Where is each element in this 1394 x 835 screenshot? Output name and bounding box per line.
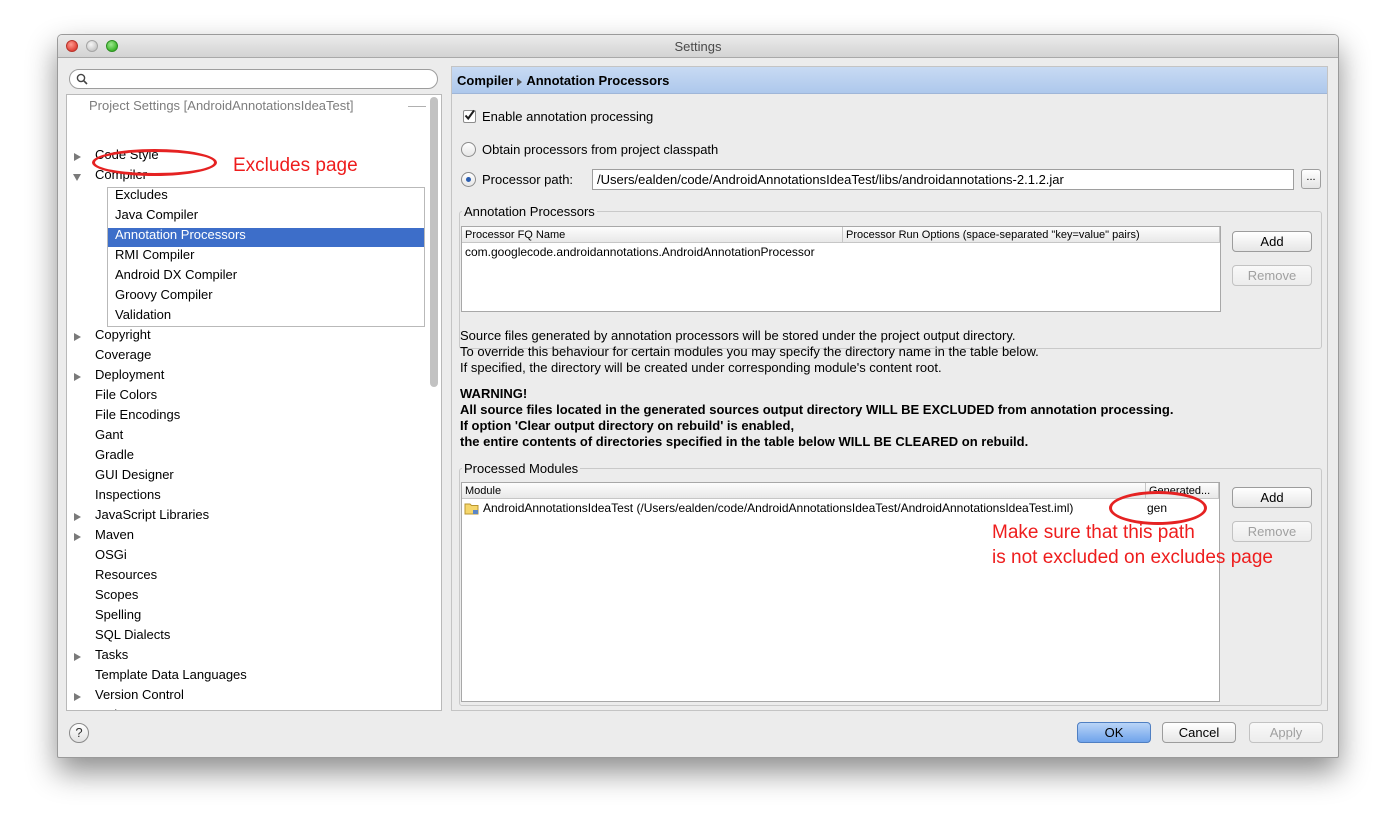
add-processor-button[interactable]: Add <box>1232 231 1312 252</box>
annotation-processors-title: Annotation Processors <box>462 204 597 219</box>
obtain-from-classpath-label: Obtain processors from project classpath <box>482 142 719 157</box>
sidebar-item-scopes[interactable]: Scopes <box>95 585 138 605</box>
excludes-highlight-ellipse <box>92 149 217 176</box>
apply-button[interactable]: Apply <box>1249 722 1323 743</box>
table-row[interactable]: com.googlecode.androidannotations.Androi… <box>465 245 815 259</box>
module-folder-icon <box>464 503 479 515</box>
annotation-processors-table[interactable]: Processor FQ Name Processor Run Options … <box>461 226 1221 312</box>
settings-window: Settings Project Settings [AndroidAnnota… <box>57 34 1339 758</box>
column-header-module[interactable]: Module <box>462 483 1146 499</box>
gen-highlight-ellipse <box>1109 491 1207 525</box>
sidebar-item-file-encodings[interactable]: File Encodings <box>95 405 180 425</box>
info-line-2: To override this behaviour for certain m… <box>460 344 1039 359</box>
tree-header: Project Settings [AndroidAnnotationsIdea… <box>89 98 354 113</box>
checkmark-icon <box>464 109 475 121</box>
remove-processor-button[interactable]: Remove <box>1232 265 1312 286</box>
breadcrumb-separator-icon <box>517 77 523 86</box>
collapsed-arrow-icon[interactable] <box>74 332 81 341</box>
breadcrumb-annotation-processors: Annotation Processors <box>526 73 670 88</box>
sidebar-item-resources[interactable]: Resources <box>95 565 157 585</box>
sidebar-item-web-contexts[interactable]: Web Contexts <box>95 705 176 710</box>
sidebar-item-copyright[interactable]: Copyright <box>95 325 151 345</box>
sidebar-item-javascript-libraries[interactable]: JavaScript Libraries <box>95 505 209 525</box>
tree-header-divider <box>408 106 426 107</box>
browse-path-button[interactable]: ... <box>1301 169 1321 189</box>
processor-path-label: Processor path: <box>482 172 574 187</box>
sidebar-item-annotation-processors[interactable]: Annotation Processors <box>115 225 246 245</box>
collapsed-arrow-icon[interactable] <box>74 692 81 701</box>
processor-path-radio[interactable] <box>461 172 476 187</box>
module-name-cell[interactable]: AndroidAnnotationsIdeaTest (/Users/ealde… <box>483 501 1073 515</box>
sidebar-item-coverage[interactable]: Coverage <box>95 345 151 365</box>
info-line-1: Source files generated by annotation pro… <box>460 328 1016 343</box>
sidebar-item-version-control[interactable]: Version Control <box>95 685 184 705</box>
sidebar-item-maven[interactable]: Maven <box>95 525 134 545</box>
settings-tree: Project Settings [AndroidAnnotationsIdea… <box>66 94 442 711</box>
sidebar-item-tasks[interactable]: Tasks <box>95 645 128 665</box>
enable-annotation-processing-label: Enable annotation processing <box>482 109 654 124</box>
column-header-run-options[interactable]: Processor Run Options (space-separated "… <box>843 227 1220 243</box>
path-annotation-line-1: Make sure that this path <box>992 522 1195 543</box>
warning-line-1: All source files located in the generate… <box>460 402 1174 417</box>
sidebar-item-spelling[interactable]: Spelling <box>95 605 141 625</box>
sidebar-item-rmi-compiler[interactable]: RMI Compiler <box>115 245 194 265</box>
cancel-button[interactable]: Cancel <box>1162 722 1236 743</box>
path-annotation-line-2: is not excluded on excludes page <box>992 547 1273 568</box>
sidebar-item-groovy-compiler[interactable]: Groovy Compiler <box>115 285 213 305</box>
search-input[interactable] <box>69 69 438 89</box>
settings-content-panel: Compiler Annotation Processors Enable ann… <box>451 66 1328 711</box>
radio-selected-dot <box>466 177 471 182</box>
column-header-fq-name[interactable]: Processor FQ Name <box>462 227 843 243</box>
sidebar-item-gant[interactable]: Gant <box>95 425 123 445</box>
info-line-3: If specified, the directory will be crea… <box>460 360 942 375</box>
tree-scrollbar[interactable] <box>430 97 438 387</box>
obtain-from-classpath-radio[interactable] <box>461 142 476 157</box>
breadcrumb-compiler[interactable]: Compiler <box>457 73 513 88</box>
ok-button[interactable]: OK <box>1077 722 1151 743</box>
enable-annotation-processing-checkbox[interactable] <box>463 109 476 123</box>
collapsed-arrow-icon[interactable] <box>74 372 81 381</box>
sidebar-item-android-dx-compiler[interactable]: Android DX Compiler <box>115 265 237 285</box>
sidebar-item-gui-designer[interactable]: GUI Designer <box>95 465 174 485</box>
warning-line-3: the entire contents of directories speci… <box>460 434 1029 449</box>
add-module-button[interactable]: Add <box>1232 487 1312 508</box>
collapsed-arrow-icon[interactable] <box>74 532 81 541</box>
collapsed-arrow-icon[interactable] <box>74 652 81 661</box>
breadcrumb: Compiler Annotation Processors <box>452 67 1327 94</box>
sidebar-item-validation[interactable]: Validation <box>115 305 171 325</box>
help-button[interactable]: ? <box>69 723 89 743</box>
processed-modules-title: Processed Modules <box>462 461 581 476</box>
warning-title: WARNING! <box>460 386 528 401</box>
sidebar-item-excludes[interactable]: Excludes <box>115 185 168 205</box>
sidebar-item-sql-dialects[interactable]: SQL Dialects <box>95 625 170 645</box>
sidebar-item-file-colors[interactable]: File Colors <box>95 385 157 405</box>
sidebar-item-inspections[interactable]: Inspections <box>95 485 161 505</box>
sidebar-item-java-compiler[interactable]: Java Compiler <box>115 205 198 225</box>
expanded-arrow-icon[interactable] <box>73 174 81 181</box>
remove-module-button[interactable]: Remove <box>1232 521 1312 542</box>
sidebar-item-deployment[interactable]: Deployment <box>95 365 164 385</box>
title-bar: Settings <box>58 35 1338 58</box>
processor-path-field[interactable]: /Users/ealden/code/AndroidAnnotationsIde… <box>592 169 1294 190</box>
collapsed-arrow-icon[interactable] <box>74 152 81 161</box>
collapsed-arrow-icon[interactable] <box>74 512 81 521</box>
sidebar-item-osgi[interactable]: OSGi <box>95 545 127 565</box>
sidebar-item-gradle[interactable]: Gradle <box>95 445 134 465</box>
processed-modules-table[interactable]: Module Generated... AndroidAnnotationsId… <box>461 482 1220 702</box>
excludes-page-annotation: Excludes page <box>233 155 358 176</box>
window-title: Settings <box>674 39 722 54</box>
sidebar-item-template-data-languages[interactable]: Template Data Languages <box>95 665 247 685</box>
warning-line-2: If option 'Clear output directory on reb… <box>460 418 795 433</box>
search-icon <box>76 73 88 85</box>
